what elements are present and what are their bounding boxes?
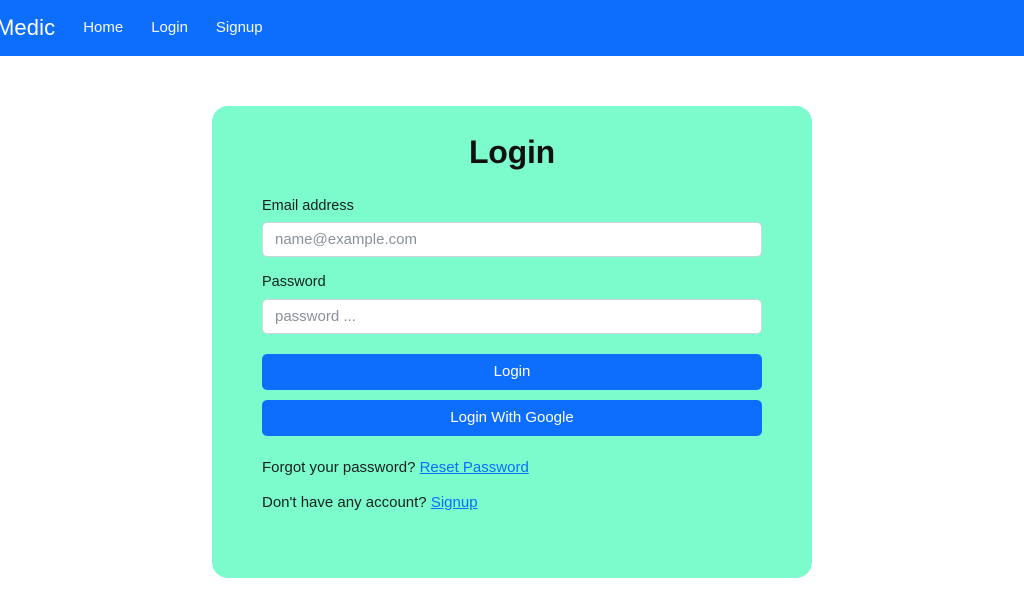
login-with-google-button[interactable]: Login With Google [262,399,762,436]
page-body: Login Email address Password Login Login… [0,56,1024,605]
password-input[interactable] [262,298,762,334]
forgot-password-row: Forgot your password? Reset Password [262,459,762,477]
nav-link-home[interactable]: Home [69,11,137,44]
no-account-row: Don't have any account? Signup [262,494,762,512]
nav-item-login: Login [137,19,202,37]
email-label: Email address [262,197,354,214]
password-field-group: Password [262,274,762,334]
reset-password-link[interactable]: Reset Password [420,459,529,476]
navbar-brand[interactable]: Medic [0,17,69,39]
navbar-links: Home Login Signup [69,19,276,37]
no-account-text: Don't have any account? [262,493,427,511]
nav-link-login[interactable]: Login [137,11,202,44]
login-card: Login Email address Password Login Login… [212,106,812,578]
email-field-group: Email address [262,197,762,258]
login-button[interactable]: Login [262,353,762,390]
top-navbar: Medic Home Login Signup [0,0,1024,56]
password-label: Password [262,274,326,291]
page-title: Login [468,134,556,170]
nav-item-signup: Signup [202,19,277,37]
nav-link-signup[interactable]: Signup [202,11,277,44]
login-form: Email address Password Login Login With … [212,198,812,512]
email-input[interactable] [262,222,762,258]
signup-link[interactable]: Signup [431,494,478,511]
forgot-password-text: Forgot your password? [262,458,416,476]
nav-item-home: Home [69,19,137,37]
